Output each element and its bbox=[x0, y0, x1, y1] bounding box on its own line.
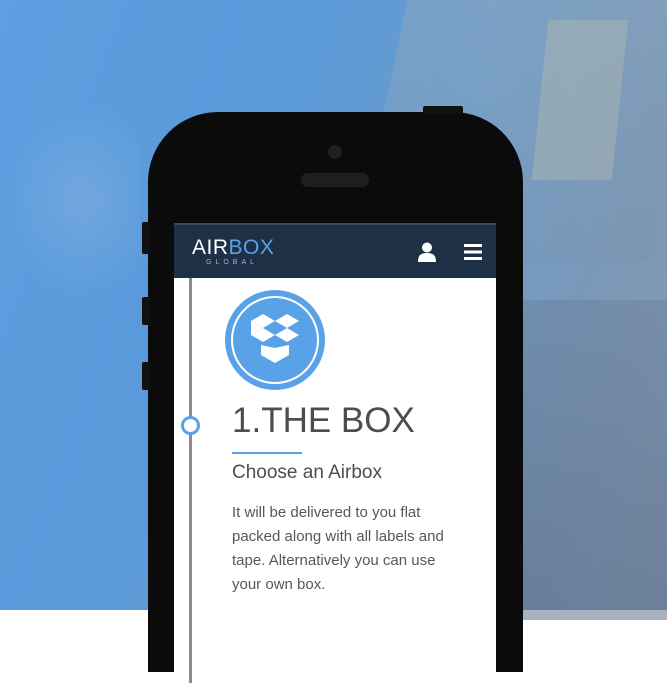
step-title: 1.THE BOX bbox=[232, 401, 415, 440]
logo-subtitle: GLOBAL bbox=[206, 259, 259, 266]
navbar: AIRBOX GLOBAL bbox=[174, 223, 496, 278]
logo-main-text: AIR bbox=[192, 236, 229, 259]
background-shape bbox=[0, 100, 140, 300]
step-badge bbox=[225, 290, 325, 390]
phone-frame: AIRBOX GLOBAL 1.THE BOX Choose an Airbox… bbox=[142, 106, 523, 683]
phone-speaker bbox=[301, 173, 369, 187]
phone-side-button bbox=[142, 297, 150, 325]
phone-camera bbox=[328, 145, 342, 159]
phone-side-button bbox=[142, 362, 150, 390]
phone-top-button bbox=[423, 106, 463, 114]
phone-side-button bbox=[142, 222, 150, 254]
airbox-logo[interactable]: AIRBOX bbox=[192, 237, 274, 259]
step-subtitle: Choose an Airbox bbox=[232, 462, 382, 483]
user-icon[interactable] bbox=[418, 242, 436, 262]
background-shape bbox=[531, 20, 629, 180]
hamburger-menu-icon[interactable] bbox=[464, 244, 482, 260]
timeline-dot bbox=[181, 416, 200, 435]
background-shape bbox=[520, 300, 667, 620]
open-box-icon bbox=[251, 314, 299, 363]
logo-accent-text: BOX bbox=[228, 236, 275, 259]
phone-screen: AIRBOX GLOBAL 1.THE BOX Choose an Airbox… bbox=[174, 223, 496, 683]
step-description: It will be delivered to you flat packed … bbox=[232, 504, 444, 593]
timeline-line bbox=[189, 278, 192, 683]
title-underline bbox=[232, 452, 302, 454]
